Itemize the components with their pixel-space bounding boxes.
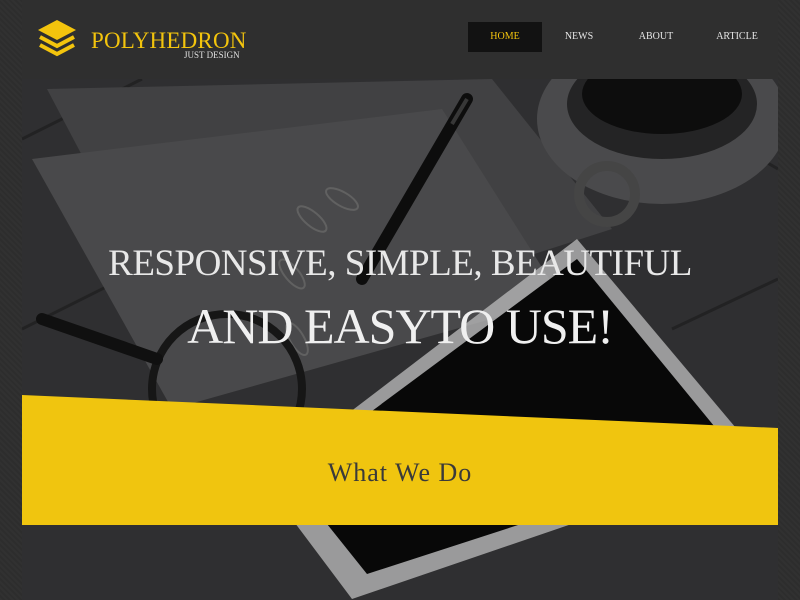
section-title-what-we-do: What We Do (327, 458, 473, 487)
hero-heading-line1: RESPONSIVE, SIMPLE, BEAUTIFUL (108, 243, 692, 284)
nav-item-about[interactable]: ABOUT (616, 22, 696, 52)
nav-item-article[interactable]: ARTICLE (696, 22, 778, 52)
site-logo-link[interactable]: POLYHEDRON JUST DESIGN (36, 18, 266, 63)
site-header: POLYHEDRON JUST DESIGN HOME NEWS ABOUT A… (22, 0, 778, 79)
nav-item-home[interactable]: HOME (468, 22, 542, 52)
main-nav: HOME NEWS ABOUT ARTICLE (468, 22, 778, 52)
page: POLYHEDRON JUST DESIGN HOME NEWS ABOUT A… (22, 0, 778, 600)
hero-heading-line2: AND EASYTO USE! (187, 298, 614, 354)
nav-item-news[interactable]: NEWS (542, 22, 616, 52)
layers-icon (38, 20, 76, 57)
brand-tagline: JUST DESIGN (184, 50, 240, 60)
